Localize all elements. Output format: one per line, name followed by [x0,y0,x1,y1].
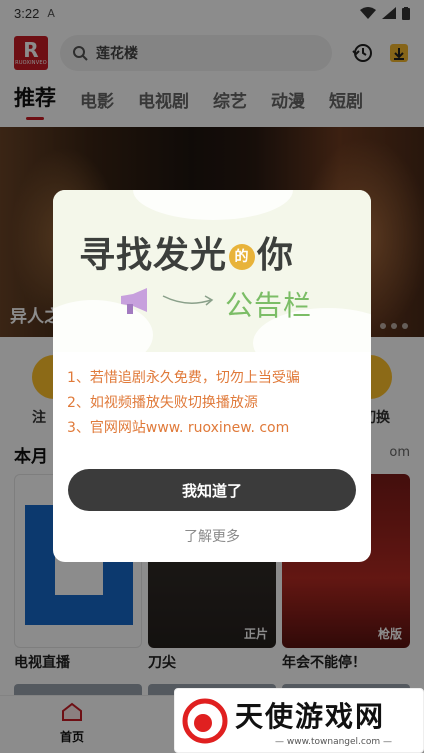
watermark-logo-icon [182,698,228,744]
confirm-button[interactable]: 我知道了 [68,469,356,511]
megaphone-icon [121,288,147,314]
watermark-text: 天使游戏网 [235,700,386,733]
headline-part-a: 寻找发光 [79,235,228,276]
notice-line: 1、若惜追剧永久免费，切勿上当受骗 [67,370,300,386]
dialog-headline: 寻找发光的你 [79,226,294,278]
learn-more-link[interactable]: 了解更多 [53,526,371,546]
watermark-url: — www.townangel.com — [275,737,392,747]
dialog-subtitle: 公告栏 [225,289,313,322]
headline-badge: 的 [229,244,256,270]
notice-line: 2、如视频播放失败切换播放源 [67,395,258,411]
arrow-icon [162,295,214,306]
announcement-dialog: 寻找发光的你 公告栏 1、若惜追剧永久免费，切勿上当受骗 2、如视频播放失败切换… [53,190,371,562]
headline-part-b: 你 [257,235,295,276]
notice-list: 1、若惜追剧永久免费，切勿上当受骗 2、如视频播放失败切换播放源 3、官网网站w… [67,366,367,441]
site-watermark: 天使游戏网 — www.townangel.com — [174,688,424,753]
notice-line: 3、官网网站www. ruoxinew. com [67,420,290,436]
